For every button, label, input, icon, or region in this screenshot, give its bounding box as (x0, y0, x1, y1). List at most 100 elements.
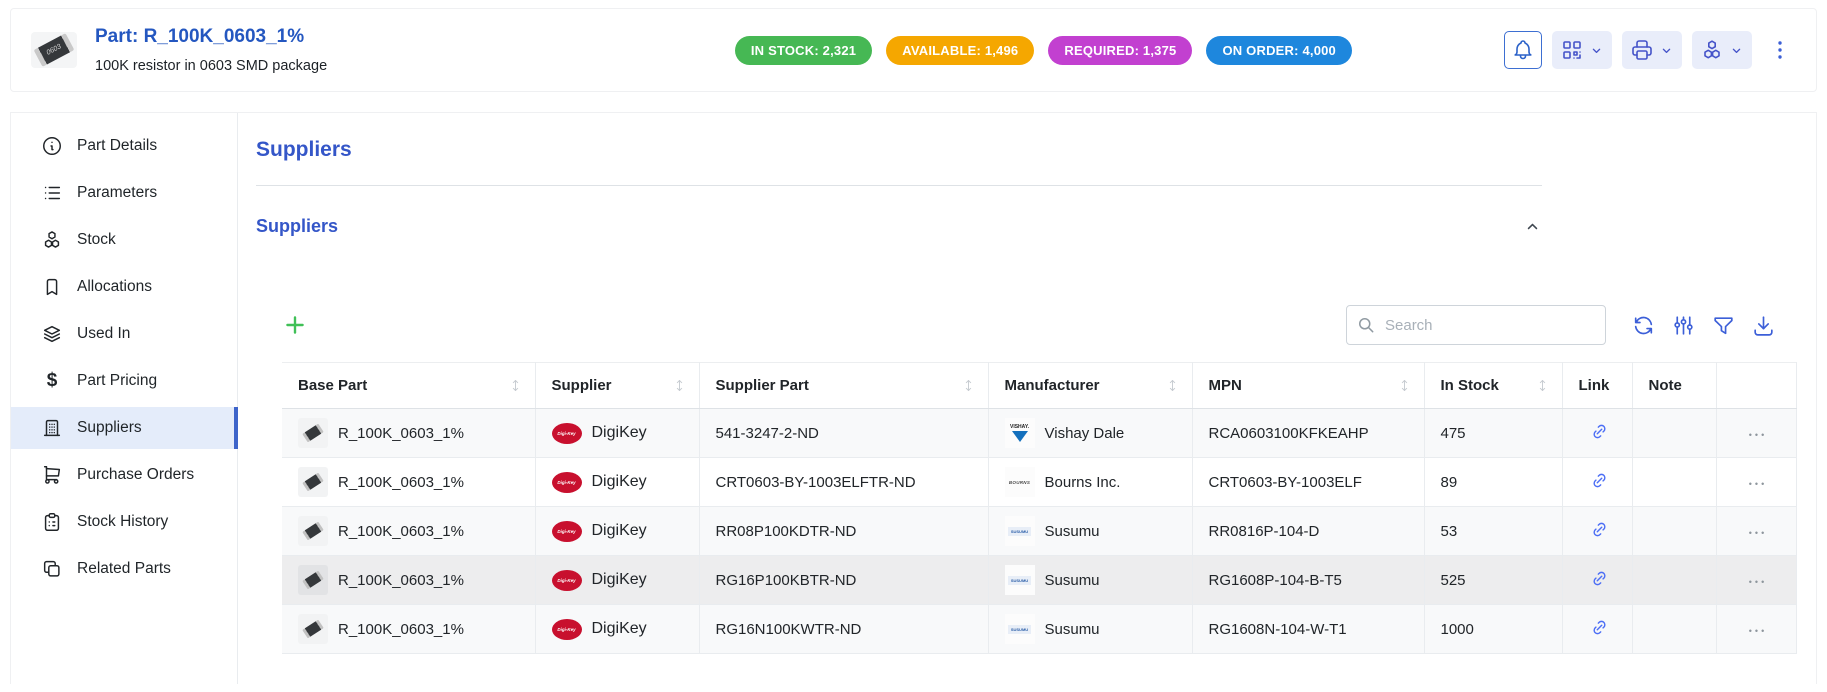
part-thumbnail (298, 565, 328, 595)
row-actions-button[interactable]: ••• (1749, 479, 1767, 489)
link-icon[interactable] (1590, 422, 1609, 441)
search-input[interactable] (1346, 305, 1606, 345)
chevron-down-icon (1729, 43, 1744, 58)
sidebar-item-related-parts[interactable]: Related Parts (11, 548, 237, 590)
manufacturer-cell: VISHAY.Vishay Dale (988, 409, 1192, 458)
sidebar: Part Details Parameters Stock Allocations Us… (11, 113, 238, 684)
part-thumbnail (298, 516, 328, 546)
sidebar-item-purchase-orders[interactable]: Purchase Orders (11, 454, 237, 496)
column-label: In Stock (1441, 377, 1499, 394)
barcode-actions-button[interactable] (1552, 31, 1612, 69)
on-order-badge: ON ORDER: 4,000 (1206, 36, 1352, 65)
supplier-name: DigiKey (592, 522, 647, 540)
column-label: Note (1649, 377, 1682, 394)
column-header-supplier[interactable]: Supplier (535, 363, 699, 409)
column-header-manufacturer[interactable]: Manufacturer (988, 363, 1192, 409)
table-row: R_100K_0603_1%Digi-KeyDigiKeyRG16P100KBT… (282, 556, 1796, 605)
add-supplier-part-button[interactable] (282, 312, 308, 338)
sidebar-item-parameters[interactable]: Parameters (11, 172, 237, 214)
digikey-logo-text: Digi-Key (557, 627, 575, 632)
suppliers-table-wrap: Base Part SupplierSupplier Part Manufactur… (282, 362, 1796, 654)
table-options-button[interactable] (1671, 313, 1696, 338)
link-icon[interactable] (1590, 569, 1609, 588)
supplier-cell: Digi-KeyDigiKey (535, 458, 699, 507)
row-actions-button[interactable]: ••• (1749, 528, 1767, 538)
supplier-part-cell: CRT0603-BY-1003ELFTR-ND (699, 458, 988, 507)
collapse-panel-button[interactable] (1523, 217, 1542, 236)
sidebar-item-label: Suppliers (77, 419, 142, 437)
column-label: Manufacturer (1005, 377, 1100, 394)
sidebar-item-suppliers[interactable]: Suppliers (11, 407, 237, 449)
row-actions-button[interactable]: ••• (1749, 577, 1767, 587)
stock-actions-button[interactable] (1692, 31, 1752, 69)
digikey-logo: Digi-Key (552, 423, 582, 444)
row-actions-button[interactable]: ••• (1749, 626, 1767, 636)
susumu-logo: SUSUMU (1005, 565, 1035, 595)
print-actions-button[interactable] (1622, 31, 1682, 69)
available-badge: AVAILABLE: 1,496 (886, 36, 1034, 65)
actions-cell: ••• (1716, 507, 1796, 556)
column-header-link: Link (1562, 363, 1632, 409)
column-label: Base Part (298, 377, 367, 394)
base-part-cell: R_100K_0603_1% (282, 507, 535, 556)
info-circle-icon (41, 135, 63, 157)
currency-dollar-icon: $ (41, 370, 63, 392)
base-part-name: R_100K_0603_1% (338, 621, 464, 638)
sidebar-item-part-details[interactable]: Part Details (11, 125, 237, 167)
bell-icon (1511, 38, 1535, 62)
refresh-icon (1631, 313, 1656, 338)
supplier-cell: Digi-Key DigiKey (535, 556, 699, 605)
link-icon[interactable] (1590, 520, 1609, 539)
vishay-logo: VISHAY. (1005, 418, 1035, 448)
supplier-cell: Digi-KeyDigiKey (535, 409, 699, 458)
mpn-cell: CRT0603-BY-1003ELF (1192, 458, 1424, 507)
column-header-base-part[interactable]: Base Part (282, 363, 535, 409)
column-header-in-stock[interactable]: In Stock (1424, 363, 1562, 409)
search-icon (1356, 315, 1376, 335)
manufacturer-name: Susumu (1045, 523, 1100, 540)
sidebar-item-label: Stock (77, 231, 116, 249)
part-title: Part: R_100K_0603_1% (95, 26, 327, 48)
column-header-mpn[interactable]: MPN (1192, 363, 1424, 409)
susumu-logo-text: SUSUMU (1008, 576, 1031, 585)
bookmark-icon (41, 276, 63, 298)
digikey-logo: Digi-Key (552, 570, 582, 591)
table-row: R_100K_0603_1%Digi-KeyDigiKeyRR08P100KDT… (282, 507, 1796, 556)
manufacturer-cell: SUSUMUSusumu (988, 605, 1192, 654)
link-icon[interactable] (1590, 618, 1609, 637)
sidebar-item-part-pricing[interactable]: $ Part Pricing (11, 360, 237, 402)
toolbar-right (1346, 305, 1776, 345)
notifications-button[interactable] (1504, 31, 1542, 69)
manufacturer-cell: SUSUMUSusumu (988, 507, 1192, 556)
download-button[interactable] (1751, 313, 1776, 338)
manufacturer-cell: SUSUMUSusumu (988, 556, 1192, 605)
manufacturer-name: Susumu (1045, 621, 1100, 638)
packages-icon (1700, 38, 1724, 62)
sidebar-item-stock[interactable]: Stock (11, 219, 237, 261)
link-icon[interactable] (1590, 471, 1609, 490)
sidebar-item-label: Part Pricing (77, 372, 157, 390)
download-icon (1751, 313, 1776, 338)
supplier-name: DigiKey (592, 571, 647, 589)
chevron-down-icon (1659, 43, 1674, 58)
page-title: Suppliers (256, 137, 1816, 163)
link-cell (1562, 556, 1632, 605)
column-header-actions (1716, 363, 1796, 409)
suppliers-table: Base Part SupplierSupplier Part Manufactur… (282, 362, 1797, 654)
supplier-part-cell: RR08P100KDTR-ND (699, 507, 988, 556)
sidebar-item-allocations[interactable]: Allocations (11, 266, 237, 308)
sidebar-item-used-in[interactable]: Used In (11, 313, 237, 355)
sort-icon (961, 378, 976, 393)
actions-cell: ••• (1716, 458, 1796, 507)
row-actions-button[interactable]: ••• (1749, 430, 1767, 440)
mpn-cell: RCA0603100KFKEAHP (1192, 409, 1424, 458)
main-card: Part Details Parameters Stock Allocations Us… (10, 112, 1817, 684)
refresh-button[interactable] (1631, 313, 1656, 338)
overflow-menu-button[interactable] (1768, 38, 1792, 62)
sidebar-item-stock-history[interactable]: Stock History (11, 501, 237, 543)
column-header-supplier-part[interactable]: Supplier Part (699, 363, 988, 409)
actions-cell: ••• (1716, 409, 1796, 458)
filter-button[interactable] (1711, 313, 1736, 338)
sidebar-item-label: Stock History (77, 513, 168, 531)
table-row: R_100K_0603_1%Digi-KeyDigiKey541-3247-2-… (282, 409, 1796, 458)
